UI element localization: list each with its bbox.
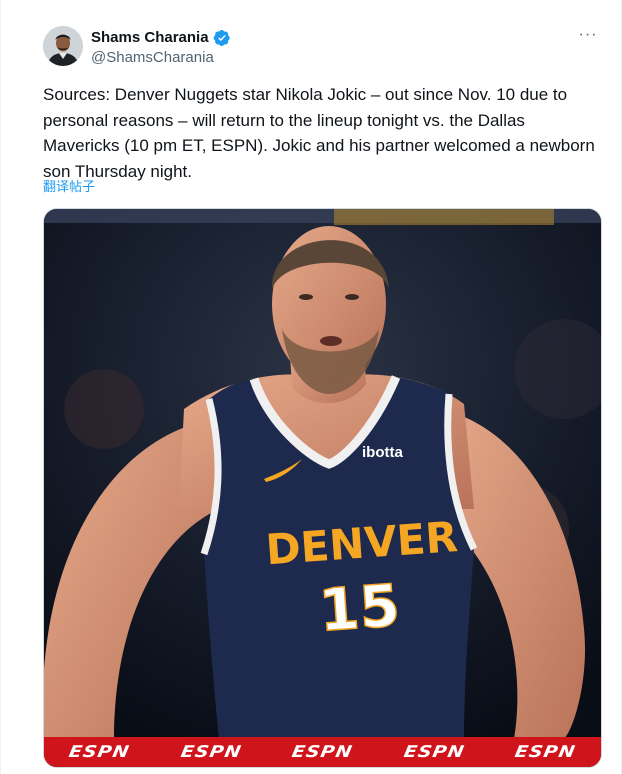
more-options-icon[interactable]: ··· (577, 27, 599, 48)
espn-logo: ESPN (513, 742, 578, 762)
translate-post-link[interactable]: 翻译帖子 (43, 179, 95, 195)
display-name[interactable]: Shams Charania (91, 29, 209, 47)
espn-logo: ESPN (179, 742, 243, 762)
author-handle[interactable]: @ShamsCharania (91, 48, 231, 68)
player-photo: ibotta DENVER 15 (44, 209, 601, 739)
tweet-text: Sources: Denver Nuggets star Nikola Joki… (43, 85, 600, 181)
author-block: Shams Charania @ShamsCharania (91, 29, 231, 68)
tweet-media-photo[interactable]: ibotta DENVER 15 ESPN ESPN ESPN ESPN ESP… (43, 208, 602, 768)
espn-broadcast-bar: ESPN ESPN ESPN ESPN ESPN (44, 737, 601, 767)
avatar-image (43, 26, 83, 66)
jersey-sponsor: ibotta (362, 444, 403, 461)
avatar[interactable] (43, 26, 83, 66)
tweet-card: Shams Charania @ShamsCharania ··· Source… (0, 0, 622, 774)
tweet-header: Shams Charania @ShamsCharania ··· (43, 26, 603, 70)
display-name-row: Shams Charania (91, 29, 231, 47)
espn-logo: ESPN (67, 742, 132, 762)
jersey-number: 15 (317, 571, 402, 644)
verified-badge-icon (213, 29, 231, 47)
espn-logo: ESPN (401, 742, 466, 762)
espn-logo: ESPN (290, 742, 355, 762)
